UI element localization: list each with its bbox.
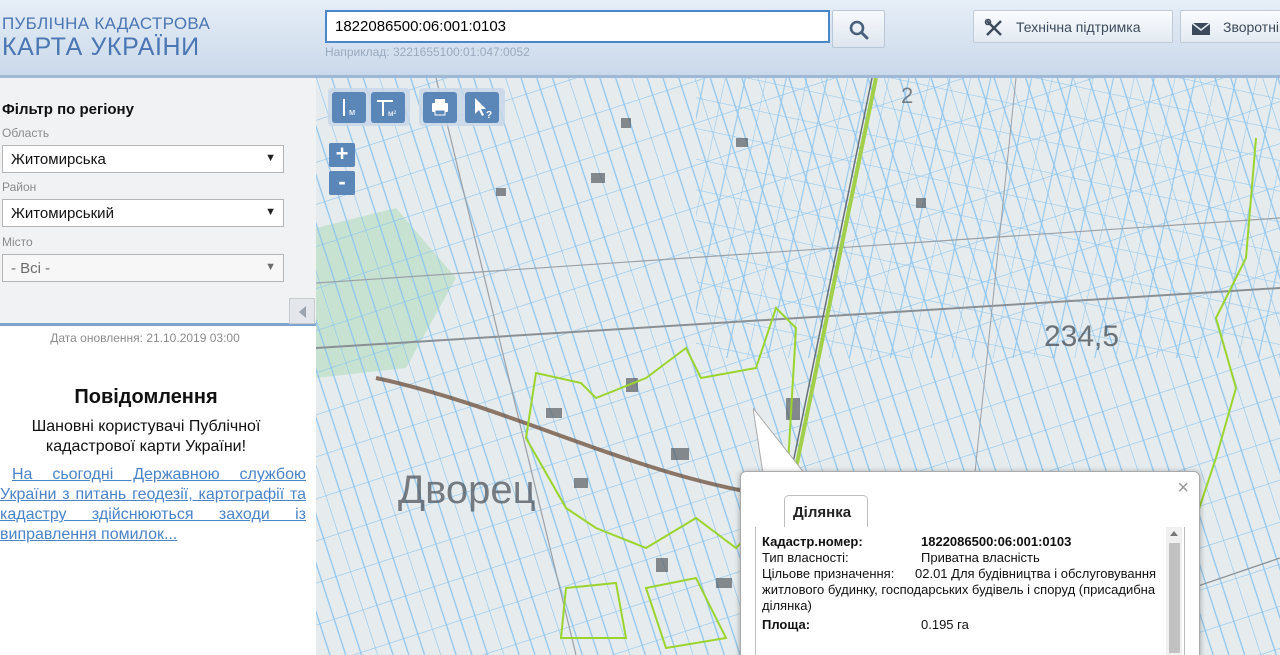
identify-button[interactable]: ? (465, 92, 499, 123)
region-select-value: Житомирська (11, 151, 106, 168)
envelope-icon (1191, 22, 1211, 35)
area-value: 0.195 га (921, 617, 969, 632)
map-label-2: 2 (901, 83, 913, 108)
cadastral-number-value: 1822086500:06:001:0103 (921, 534, 1072, 549)
region-label: Область (2, 126, 50, 140)
measure-area-button[interactable]: м² (371, 92, 405, 123)
notice-title: Повідомлення (74, 386, 218, 408)
collapse-sidebar-button[interactable] (289, 298, 315, 324)
district-select[interactable]: Житомирський ▼ (2, 199, 284, 227)
ruler-icon: м (343, 99, 355, 117)
feedback-button[interactable]: Зворотній зв'язок (1180, 10, 1280, 43)
tab-parcel-label: Ділянка (793, 504, 852, 521)
svg-text:?: ? (486, 110, 492, 121)
district-label: Район (2, 180, 37, 194)
logo-line-1: ПУБЛІЧНА КАДАСТРОВА (2, 14, 211, 33)
svg-text:м²: м² (388, 109, 397, 118)
feedback-label: Зворотній зв'язок (1223, 19, 1280, 35)
info-key: Тип власності: (762, 550, 849, 565)
support-button[interactable]: Технічна підтримка (973, 10, 1173, 43)
tools-toolbar: ? (419, 88, 505, 126)
region-select[interactable]: Житомирська ▼ (2, 145, 284, 173)
zoom-in-button[interactable]: + (329, 143, 355, 167)
city-select[interactable]: - Всі - ▼ (2, 254, 284, 282)
scroll-up-icon[interactable] (1170, 531, 1178, 536)
city-select-value: - Всі - (11, 260, 51, 277)
svg-text:м: м (349, 107, 355, 117)
parcel-info-popup: × Ділянка Кадастр.номер: 1822086500:06:0… (740, 471, 1200, 655)
measure-toolbar: м м² (328, 88, 410, 126)
info-key: Кадастр.номер: (762, 534, 863, 549)
dropdown-arrow-icon: ▼ (265, 206, 276, 218)
print-button[interactable] (423, 92, 457, 123)
zoom-out-button[interactable]: - (329, 171, 355, 195)
popup-pointer (753, 408, 806, 474)
scrollbar-thumb[interactable] (1169, 543, 1180, 653)
tab-parcel[interactable]: Ділянка (784, 495, 868, 528)
sidebar: Фільтр по регіону Область Житомирська ▼ … (0, 78, 316, 655)
support-label: Технічна підтримка (1016, 19, 1141, 35)
search-icon (849, 20, 869, 40)
area-icon: м² (377, 100, 397, 118)
district-select-value: Житомирський (11, 205, 114, 222)
region-filter-panel: Фільтр по регіону Область Житомирська ▼ … (0, 78, 316, 326)
info-key: Площа: (762, 617, 811, 632)
site-logo[interactable]: ПУБЛІЧНА КАДАСТРОВА КАРТА УКРАЇНИ (2, 14, 210, 60)
notice-link[interactable]: На сьогодні Державною службою України з … (0, 465, 306, 545)
cursor-question-icon: ? (475, 98, 492, 121)
close-icon[interactable]: × (1177, 478, 1189, 498)
header: ПУБЛІЧНА КАДАСТРОВА КАРТА УКРАЇНИ Наприк… (0, 0, 1280, 78)
tools-icon (984, 18, 1002, 36)
map-label-elevation: 234,5 (1044, 320, 1119, 353)
update-date: Дата оновлення: 21.10.2019 03:00 (50, 331, 240, 345)
map-label-village: Дворец (398, 468, 536, 512)
popup-scrollbar[interactable] (1166, 527, 1182, 655)
chevron-left-icon (299, 306, 306, 318)
city-label: Місто (2, 235, 33, 249)
search-input[interactable] (325, 10, 830, 43)
ownership-value: Приватна власність (921, 550, 1040, 565)
measure-distance-button[interactable]: м (332, 92, 366, 123)
purpose-value: 02.01 Для будівництва і обслуговування ж… (762, 566, 1157, 613)
parcel-info-content: Кадастр.номер: 1822086500:06:001:0103 Ти… (755, 527, 1185, 655)
search-button[interactable] (832, 10, 885, 48)
dropdown-arrow-icon: ▼ (265, 261, 276, 273)
logo-line-2: КАРТА УКРАЇНИ (2, 33, 200, 61)
notice-text: Шановні користувачі Публічної кадастрово… (31, 418, 261, 455)
dropdown-arrow-icon: ▼ (265, 152, 276, 164)
printer-icon (432, 99, 448, 116)
filter-title: Фільтр по регіону (2, 101, 134, 118)
search-example: Наприклад: 3221655100:01:047:0052 (325, 45, 530, 59)
